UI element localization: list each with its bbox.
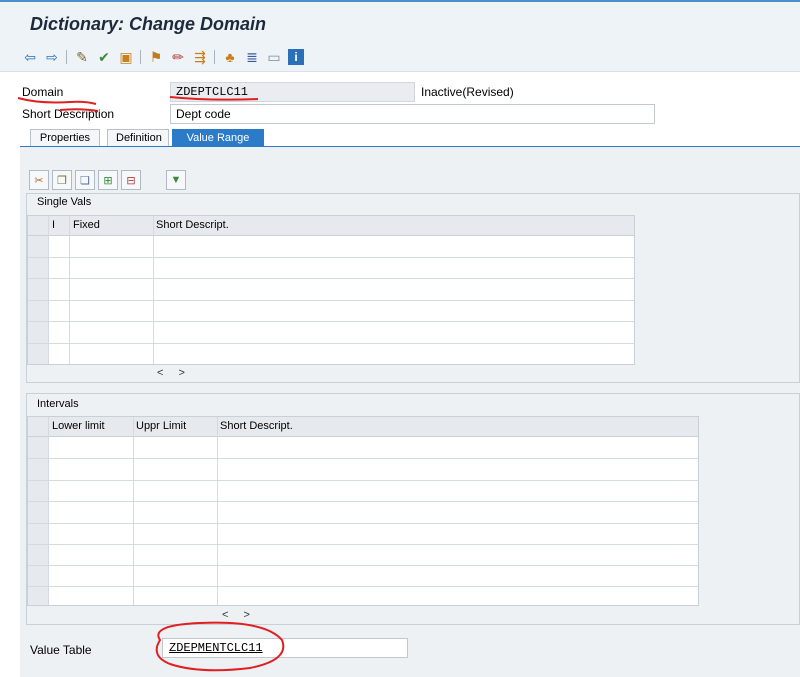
title-bar: Dictionary: Change Domain (0, 0, 800, 42)
column-header-short-descript[interactable]: Short Descript. (220, 420, 293, 432)
paste-icon[interactable]: ❏ (75, 170, 95, 190)
object-list-icon[interactable]: ✏ (170, 49, 186, 65)
column-header-i[interactable]: I (52, 219, 55, 231)
back-arrow-icon[interactable]: ⇦ (22, 49, 38, 65)
domain-field[interactable]: ZDEPTCLC11 (170, 82, 415, 102)
screen-icon[interactable]: ▭ (266, 49, 282, 65)
table-header: Lower limit Uppr Limit Short Descript. (28, 417, 698, 437)
insert-row-icon[interactable]: ⊞ (98, 170, 118, 190)
single-vals-table[interactable]: I Fixed Short Descript. (27, 215, 635, 365)
column-header-lower-limit[interactable]: Lower limit (52, 420, 105, 432)
application-toolbar: ⇦ ⇨ ✎ ✔ ▣ ⚑ ✏ ⇶ ♣ ≣ ▭ i (0, 42, 800, 72)
display-change-icon[interactable]: ✎ (74, 49, 90, 65)
navigation-window-icon[interactable]: ⇶ (192, 49, 208, 65)
activate-icon[interactable]: ▣ (118, 49, 134, 65)
short-description-label: Short Description (22, 107, 115, 121)
forward-arrow-icon[interactable]: ⇨ (44, 49, 60, 65)
status-text: Inactive(Revised) (421, 85, 514, 99)
check-icon[interactable]: ✔ (96, 49, 112, 65)
tab-properties[interactable]: Properties (30, 129, 100, 147)
intervals-title: Intervals (37, 398, 79, 410)
hierarchy-icon[interactable]: ♣ (222, 49, 238, 65)
column-header-fixed[interactable]: Fixed (73, 219, 100, 231)
single-vals-scroll[interactable]: < > (157, 367, 191, 379)
filter-icon[interactable]: ▼ (166, 170, 186, 190)
single-vals-title: Single Vals (37, 196, 92, 208)
value-table-field[interactable]: ZDEPMENTCLC11 (162, 638, 408, 658)
copy-icon[interactable]: ❐ (52, 170, 72, 190)
page-title: Dictionary: Change Domain (30, 14, 267, 34)
stack-icon[interactable]: ≣ (244, 49, 260, 65)
domain-label: Domain (22, 85, 64, 99)
cut-icon[interactable]: ✂ (29, 170, 49, 190)
toolbar-separator (140, 50, 141, 64)
intervals-scroll[interactable]: < > (222, 609, 256, 621)
column-header-short-descript[interactable]: Short Descript. (156, 219, 229, 231)
intervals-table[interactable]: Lower limit Uppr Limit Short Descript. (27, 416, 699, 606)
table-header: I Fixed Short Descript. (28, 216, 634, 236)
toolbar-separator (214, 50, 215, 64)
header-area: Domain ZDEPTCLC11 Inactive(Revised) Shor… (0, 72, 800, 134)
short-description-field[interactable]: Dept code (170, 104, 655, 124)
row-selector-column[interactable] (28, 437, 48, 605)
toolbar-separator (66, 50, 67, 64)
column-header-upper-limit[interactable]: Uppr Limit (136, 420, 186, 432)
value-table-label: Value Table (30, 643, 92, 657)
tab-value-range[interactable]: Value Range (172, 129, 264, 147)
tab-definition[interactable]: Definition (107, 129, 169, 147)
delete-row-icon[interactable]: ⊟ (121, 170, 141, 190)
where-used-icon[interactable]: ⚑ (148, 49, 164, 65)
info-icon[interactable]: i (288, 49, 304, 65)
